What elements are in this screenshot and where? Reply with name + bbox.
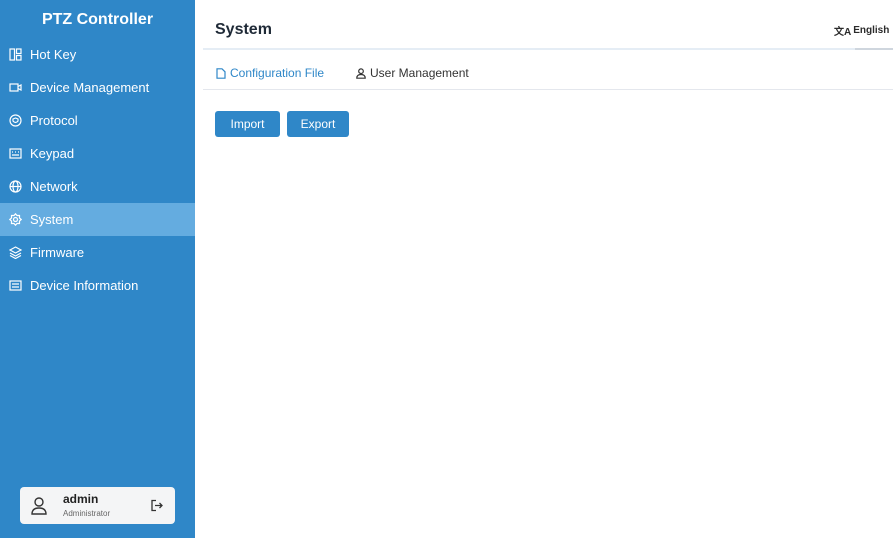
gear-icon bbox=[9, 213, 22, 226]
keyboard-icon bbox=[9, 147, 22, 160]
import-button[interactable]: Import bbox=[215, 111, 280, 137]
export-button[interactable]: Export bbox=[287, 111, 349, 137]
sidebar-item-label: Device Management bbox=[30, 80, 150, 95]
sidebar-item-label: Device Information bbox=[30, 278, 139, 293]
tab-bar: Configuration File User Management bbox=[203, 59, 893, 90]
sidebar-item-device-management[interactable]: Device Management bbox=[0, 71, 195, 104]
camera-icon bbox=[9, 81, 22, 94]
user-name: admin bbox=[63, 492, 99, 506]
sidebar-item-label: Network bbox=[30, 179, 78, 194]
sidebar-nav: Hot Key Device Management Protocol Keypa… bbox=[0, 38, 195, 302]
tab-label: Configuration File bbox=[230, 66, 325, 80]
sidebar-item-device-information[interactable]: Device Information bbox=[0, 269, 195, 302]
globe-icon bbox=[9, 180, 22, 193]
file-icon bbox=[216, 67, 226, 79]
sidebar-item-keypad[interactable]: Keypad bbox=[0, 137, 195, 170]
language-switch[interactable]: 文A English bbox=[834, 23, 889, 38]
app-title: PTZ Controller bbox=[41, 11, 154, 28]
tab-configuration-file[interactable]: Configuration File bbox=[216, 66, 324, 80]
sidebar-item-system[interactable]: System bbox=[0, 203, 195, 236]
user-avatar-icon bbox=[30, 496, 48, 516]
header-divider bbox=[203, 48, 893, 50]
hotkey-icon bbox=[9, 48, 22, 61]
page-title: System bbox=[215, 21, 272, 38]
sidebar: PTZ Controller Hot Key Device Management… bbox=[0, 0, 195, 538]
translate-icon: 文A bbox=[834, 27, 852, 38]
sidebar-item-protocol[interactable]: Protocol bbox=[0, 104, 195, 137]
sidebar-item-label: Protocol bbox=[30, 113, 78, 128]
logout-icon[interactable] bbox=[150, 499, 163, 512]
language-label: English bbox=[853, 25, 890, 36]
layers-icon bbox=[9, 246, 22, 259]
info-card-icon bbox=[9, 279, 22, 292]
sidebar-item-label: Hot Key bbox=[30, 47, 77, 62]
user-role: Administrator bbox=[63, 509, 111, 518]
tab-label: User Management bbox=[370, 66, 469, 80]
user-icon bbox=[356, 67, 366, 79]
shield-icon bbox=[9, 114, 22, 127]
sidebar-item-label: Keypad bbox=[30, 146, 75, 161]
sidebar-item-firmware[interactable]: Firmware bbox=[0, 236, 195, 269]
sidebar-item-network[interactable]: Network bbox=[0, 170, 195, 203]
header-divider-accent bbox=[855, 48, 893, 50]
sidebar-item-label: System bbox=[30, 212, 74, 227]
tab-user-management[interactable]: User Management bbox=[356, 66, 469, 80]
sidebar-item-label: Firmware bbox=[30, 245, 85, 260]
user-card: admin Administrator bbox=[20, 487, 175, 524]
sidebar-item-hot-key[interactable]: Hot Key bbox=[0, 38, 195, 71]
